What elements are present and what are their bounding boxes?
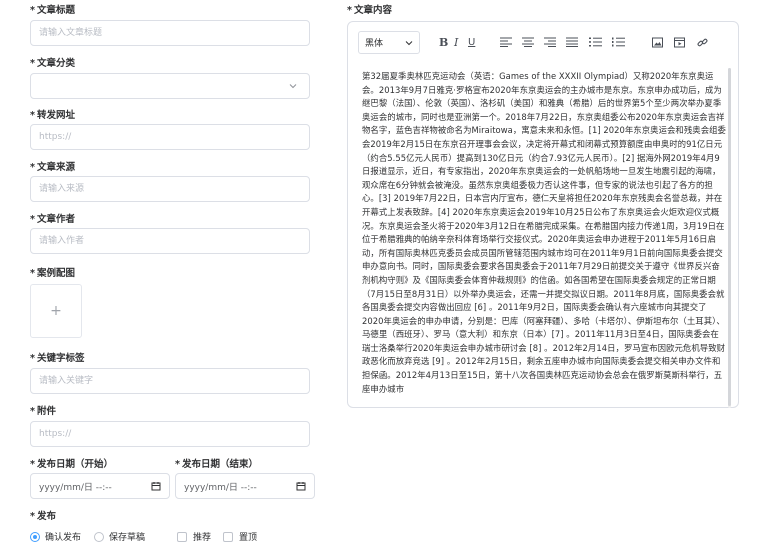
- url-input[interactable]: [31, 125, 309, 149]
- video-icon: [674, 37, 685, 47]
- chevron-down-icon: [405, 40, 413, 45]
- plus-icon: +: [50, 303, 62, 319]
- title-label: * 文章标题: [30, 5, 75, 16]
- attachment-input[interactable]: [31, 422, 309, 446]
- radio-confirm-publish[interactable]: 确认发布: [30, 530, 81, 543]
- author-label: * 文章作者: [30, 214, 75, 225]
- chevron-down-icon: [289, 84, 297, 89]
- italic-button[interactable]: I: [454, 35, 458, 49]
- align-center-icon: [522, 37, 534, 47]
- end-date-value: yyyy/mm/日 --:--: [184, 482, 257, 493]
- scrollbar-thumb[interactable]: [728, 68, 731, 406]
- insert-link-button[interactable]: [697, 35, 708, 49]
- author-input[interactable]: [31, 229, 309, 253]
- align-center-button[interactable]: [522, 35, 534, 49]
- end-date-input[interactable]: yyyy/mm/日 --:--: [175, 473, 315, 499]
- checkbox-box: [223, 531, 233, 542]
- tags-input-wrap[interactable]: [30, 368, 310, 394]
- editor-scrollbar[interactable]: [728, 68, 731, 408]
- rich-text-editor[interactable]: 黑体 B I U 第32届夏季奥林匹克运动会（英语：Games of the X…: [347, 21, 739, 408]
- checkbox-recommend[interactable]: 推荐: [177, 530, 211, 543]
- underline-button[interactable]: U: [468, 35, 475, 49]
- checkbox-pin-top[interactable]: 置顶: [223, 530, 257, 543]
- image-icon: [652, 37, 663, 47]
- radio-save-draft[interactable]: 保存草稿: [94, 530, 145, 543]
- start-date-input[interactable]: yyyy/mm/日 --:--: [30, 473, 170, 499]
- content-label: * 文章内容: [347, 5, 392, 16]
- align-left-button[interactable]: [500, 35, 512, 49]
- url-label: * 转发网址: [30, 110, 75, 121]
- bold-button[interactable]: B: [439, 35, 448, 49]
- title-input-wrap[interactable]: [30, 20, 310, 46]
- calendar-icon[interactable]: [296, 481, 306, 491]
- attachment-label: * 附件: [30, 406, 56, 417]
- radio-dot: [30, 531, 40, 542]
- insert-image-button[interactable]: [652, 35, 663, 49]
- author-input-wrap[interactable]: [30, 228, 310, 254]
- category-select[interactable]: [30, 73, 310, 99]
- numbered-list-button[interactable]: [612, 35, 625, 49]
- editor-content[interactable]: 第32届夏季奥林匹克运动会（英语：Games of the XXXII Olym…: [362, 70, 726, 402]
- numbered-list-icon: [612, 37, 625, 47]
- calendar-icon[interactable]: [151, 481, 161, 491]
- publish-label: * 发布: [30, 511, 56, 522]
- checkbox-box: [177, 531, 187, 542]
- insert-video-button[interactable]: [674, 35, 685, 49]
- align-justify-icon: [566, 37, 578, 47]
- end-date-label: * 发布日期（结束）: [175, 459, 258, 470]
- start-date-label: * 发布日期（开始）: [30, 459, 113, 470]
- align-right-button[interactable]: [544, 35, 556, 49]
- cover-upload-button[interactable]: +: [30, 284, 82, 338]
- start-date-value: yyyy/mm/日 --:--: [39, 482, 112, 493]
- link-icon: [697, 38, 708, 46]
- url-input-wrap[interactable]: [30, 124, 310, 150]
- source-input-wrap[interactable]: [30, 176, 310, 202]
- align-right-icon: [544, 37, 556, 47]
- align-left-icon: [500, 37, 512, 47]
- editor-toolbar: 黑体 B I U: [348, 22, 738, 62]
- source-label: * 文章来源: [30, 162, 75, 173]
- radio-dot: [94, 531, 104, 542]
- attachment-input-wrap[interactable]: [30, 421, 310, 447]
- cover-label: * 案例配图: [30, 268, 75, 279]
- source-input[interactable]: [31, 177, 309, 201]
- tags-input[interactable]: [31, 369, 309, 393]
- bullet-list-icon: [589, 37, 602, 47]
- category-label: * 文章分类: [30, 58, 75, 69]
- align-justify-button[interactable]: [566, 35, 578, 49]
- tags-label: * 关键字标签: [30, 353, 85, 364]
- bullet-list-button[interactable]: [589, 35, 602, 49]
- font-family-select[interactable]: 黑体: [358, 31, 420, 54]
- title-input[interactable]: [31, 21, 309, 45]
